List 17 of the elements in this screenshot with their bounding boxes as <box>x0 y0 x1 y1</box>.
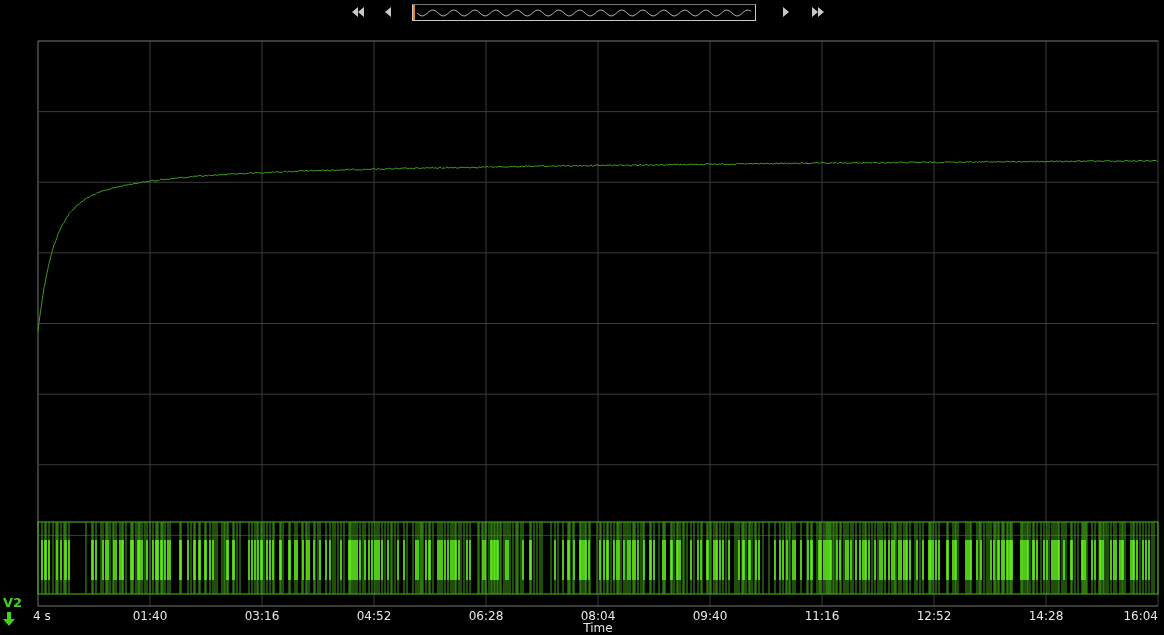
x-axis-title: Time <box>583 621 613 635</box>
x-tick-label: 14:28 <box>1028 609 1064 623</box>
x-tick-label: 16:04 <box>1123 609 1158 623</box>
x-tick-label: 01:40 <box>132 609 168 623</box>
down-arrow-icon <box>3 612 15 626</box>
x-tick-label: 03:16 <box>244 609 280 623</box>
x-tick-label: 08:04 <box>580 609 616 623</box>
x-tick-label: 11:16 <box>804 609 840 623</box>
x-tick-label: 04:52 <box>356 609 392 623</box>
double-left-arrow-icon[interactable] <box>351 5 365 19</box>
channel-label: V2 <box>3 595 23 610</box>
double-right-arrow-icon[interactable] <box>811 5 825 19</box>
x-tick-label: 09:40 <box>692 609 728 623</box>
x-tick-label: 06:28 <box>468 609 504 623</box>
x-tick-label: 4 s <box>33 609 51 623</box>
overview-scrollbar[interactable] <box>412 3 756 21</box>
x-tick-label: 12:52 <box>916 609 952 623</box>
